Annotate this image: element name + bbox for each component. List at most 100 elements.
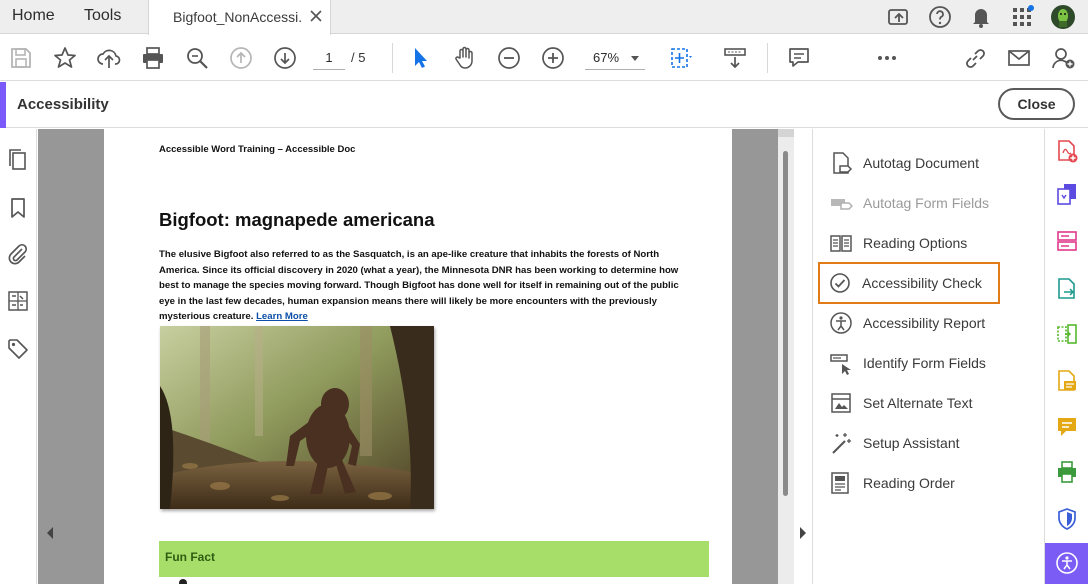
fun-fact-banner: Fun Fact xyxy=(159,541,709,577)
zoom-level-select[interactable]: 67% xyxy=(585,46,645,70)
more-options-icon[interactable] xyxy=(874,45,900,71)
document-page: Accessible Word Training – Accessible Do… xyxy=(104,129,732,584)
tool-accessibility-check[interactable]: Accessibility Check xyxy=(818,262,1000,304)
scrollbar-thumb[interactable] xyxy=(783,151,788,496)
tool-reading-order[interactable]: Reading Order xyxy=(821,465,1001,501)
print-production-icon[interactable] xyxy=(1055,460,1079,484)
notifications-bell-icon[interactable] xyxy=(968,4,994,30)
set-alternate-text-icon xyxy=(831,393,851,413)
bigfoot-photo xyxy=(160,326,434,509)
toolbar-divider xyxy=(392,43,393,73)
tool-label: Set Alternate Text xyxy=(863,395,973,411)
page-number-input[interactable]: 1 xyxy=(313,46,345,70)
tool-label: Accessibility Report xyxy=(863,315,986,331)
bigfoot-image xyxy=(160,326,434,509)
next-page-icon[interactable] xyxy=(272,45,298,71)
paragraph-text: The elusive Bigfoot also referred to as … xyxy=(159,249,679,322)
bookmark-star-icon[interactable] xyxy=(52,45,78,71)
add-user-icon[interactable] xyxy=(1050,45,1076,71)
tool-label: Reading Options xyxy=(863,235,968,251)
list-bullet xyxy=(179,579,187,584)
tab-tools[interactable]: Tools xyxy=(84,0,121,34)
user-avatar[interactable] xyxy=(1050,4,1076,30)
tab-home[interactable]: Home xyxy=(12,0,55,34)
autotag-form-fields-icon xyxy=(831,199,853,210)
upload-cloud-icon[interactable] xyxy=(96,45,122,71)
page-total-label: / 5 xyxy=(351,50,366,65)
tool-set-alternate-text[interactable]: Set Alternate Text xyxy=(821,385,1001,421)
layers-icon[interactable] xyxy=(6,289,30,313)
reading-options-icon xyxy=(830,235,852,252)
comment-tool-icon[interactable] xyxy=(1055,415,1079,439)
setup-assistant-icon xyxy=(832,433,851,454)
help-icon[interactable] xyxy=(927,4,953,30)
zoom-level-value: 67% xyxy=(593,50,620,65)
document-tab-title: Bigfoot_NonAccessi... xyxy=(173,9,303,25)
tool-label: Setup Assistant xyxy=(863,435,960,451)
zoom-in-icon[interactable] xyxy=(540,45,566,71)
scrollbar-cap xyxy=(778,129,794,137)
tool-label: Identify Form Fields xyxy=(863,355,986,371)
tool-autotag-form-fields[interactable]: Autotag Form Fields xyxy=(821,185,1001,221)
apps-grid-icon[interactable] xyxy=(1009,4,1035,30)
accessibility-tool-active[interactable] xyxy=(1045,543,1088,584)
accessibility-check-icon xyxy=(830,273,850,293)
close-tab-icon[interactable] xyxy=(309,9,323,23)
tool-autotag-document[interactable]: Autotag Document xyxy=(821,145,1001,181)
expand-right-panel-icon[interactable] xyxy=(798,526,808,540)
protect-shield-icon[interactable] xyxy=(1055,507,1079,531)
accessibility-report-icon xyxy=(830,312,852,334)
tool-setup-assistant[interactable]: Setup Assistant xyxy=(821,425,1001,461)
tab-bar: Home Tools Bigfoot_NonAccessi... xyxy=(0,0,1088,35)
export-pdf-icon[interactable] xyxy=(1055,277,1079,301)
autotag-document-icon xyxy=(833,152,853,174)
reading-order-icon xyxy=(831,472,849,494)
comment-icon[interactable] xyxy=(786,45,812,71)
zoom-out-icon[interactable] xyxy=(496,45,522,71)
tab-document[interactable]: Bigfoot_NonAccessi... xyxy=(148,0,331,35)
collapse-left-panel-icon[interactable] xyxy=(45,526,55,540)
tool-label: Accessibility Check xyxy=(862,275,982,291)
vertical-scrollbar[interactable] xyxy=(778,129,794,584)
document-paragraph: The elusive Bigfoot also referred to as … xyxy=(159,247,679,325)
left-navigation xyxy=(0,129,37,584)
select-cursor-icon[interactable] xyxy=(408,45,434,71)
fun-fact-heading: Fun Fact xyxy=(165,550,215,564)
accessibility-icon xyxy=(1056,552,1078,574)
previous-page-icon[interactable] xyxy=(228,45,254,71)
document-running-header: Accessible Word Training – Accessible Do… xyxy=(159,144,356,155)
print-icon[interactable] xyxy=(140,45,166,71)
panel-title: Accessibility xyxy=(17,96,109,113)
create-pdf-icon[interactable] xyxy=(1055,139,1079,163)
identify-form-fields-icon xyxy=(830,354,851,375)
learn-more-link[interactable]: Learn More xyxy=(256,311,308,322)
attachments-icon[interactable] xyxy=(6,242,30,266)
edit-pdf-icon[interactable] xyxy=(1055,369,1079,393)
compare-files-icon[interactable] xyxy=(1055,322,1079,346)
tool-label: Reading Order xyxy=(863,475,955,491)
combine-files-icon[interactable] xyxy=(1055,182,1079,206)
tags-icon[interactable] xyxy=(6,337,30,361)
page-thumbnails-icon[interactable] xyxy=(6,148,30,172)
hand-tool-icon[interactable] xyxy=(452,45,478,71)
share-screen-icon[interactable] xyxy=(886,4,912,30)
tool-label: Autotag Document xyxy=(863,155,979,171)
close-button[interactable]: Close xyxy=(998,88,1075,120)
zoom-search-icon[interactable] xyxy=(184,45,210,71)
email-icon[interactable] xyxy=(1006,45,1032,71)
tool-reading-options[interactable]: Reading Options xyxy=(821,225,1001,261)
fit-page-icon[interactable] xyxy=(668,45,694,71)
share-link-icon[interactable] xyxy=(962,45,988,71)
bookmark-icon[interactable] xyxy=(6,196,30,220)
organize-pages-icon[interactable] xyxy=(1055,229,1079,253)
accessibility-header: Accessibility Close xyxy=(0,82,1088,128)
accessibility-tools-panel: Autotag Document Autotag Form Fields Rea… xyxy=(812,129,1044,584)
chevron-down-icon xyxy=(631,56,639,61)
scroll-mode-icon[interactable] xyxy=(722,45,748,71)
tool-identify-form-fields[interactable]: Identify Form Fields xyxy=(821,345,1001,381)
accent-bar xyxy=(0,82,6,128)
tool-label: Autotag Form Fields xyxy=(863,195,990,211)
tool-accessibility-report[interactable]: Accessibility Report xyxy=(821,305,1001,341)
save-icon[interactable] xyxy=(8,45,34,71)
toolbar-divider xyxy=(767,43,768,73)
